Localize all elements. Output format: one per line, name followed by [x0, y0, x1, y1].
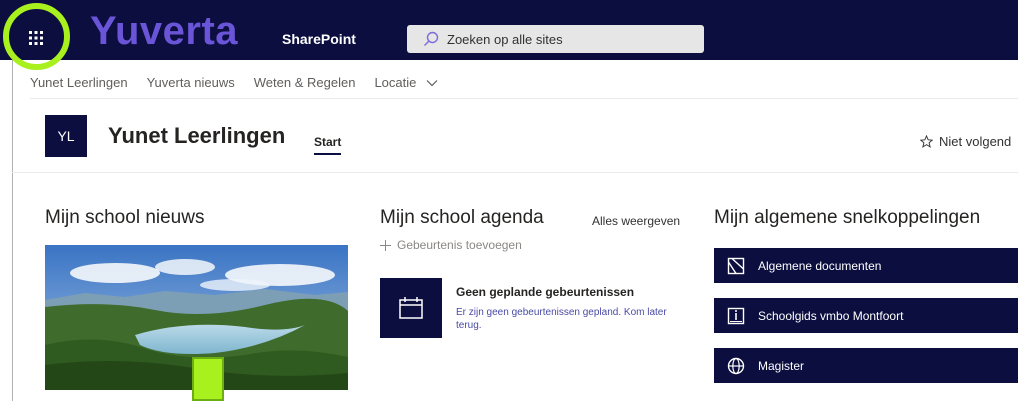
highlight-marker [192, 357, 224, 401]
hub-nav-item-weten-regelen[interactable]: Weten & Regelen [254, 75, 356, 90]
add-event-button[interactable]: Gebeurtenis toevoegen [380, 238, 522, 252]
waffle-icon [29, 31, 43, 45]
no-events-title: Geen geplande gebeurtenissen [456, 285, 635, 299]
add-event-label: Gebeurtenis toevoegen [397, 238, 522, 252]
site-logo-initials: YL [57, 128, 75, 144]
hub-nav-item-locatie[interactable]: Locatie [374, 75, 438, 90]
globe-icon [726, 356, 746, 376]
see-all-link[interactable]: Alles weergeven [592, 214, 680, 228]
search-placeholder: Zoeken op alle sites [447, 31, 563, 47]
app-name[interactable]: SharePoint [282, 31, 356, 47]
search-icon [424, 31, 439, 46]
quicklinks-section-title: Mijn algemene snelkoppelingen [714, 207, 981, 228]
star-icon [920, 135, 933, 148]
follow-button[interactable]: Niet volgend [920, 134, 1011, 149]
agenda-section-title: Mijn school agenda [380, 207, 544, 228]
news-section-title: Mijn school nieuws [45, 207, 205, 228]
chevron-down-icon [426, 80, 438, 87]
hub-navigation: Yunet Leerlingen Yuverta nieuws Weten & … [30, 70, 457, 94]
quicklink-label: Magister [758, 358, 805, 373]
quicklink-schoolgids[interactable]: Schoolgids vmbo Montfoort [714, 298, 1018, 333]
site-logo[interactable]: YL [45, 115, 87, 157]
hub-nav-item-yunet-leerlingen[interactable]: Yunet Leerlingen [30, 75, 128, 90]
quicklink-label: Schoolgids vmbo Montfoort [758, 308, 904, 323]
plus-icon [380, 239, 391, 251]
hub-nav-locatie-label: Locatie [374, 74, 417, 90]
document-icon [726, 256, 746, 276]
site-header-divider [12, 172, 1018, 173]
brand-logo[interactable]: Yuverta [90, 10, 238, 52]
site-title[interactable]: Yunet Leerlingen [108, 123, 285, 149]
quicklink-magister[interactable]: Magister [714, 348, 1018, 383]
hub-nav-divider [30, 98, 1018, 99]
quicklink-label: Algemene documenten [758, 258, 882, 273]
app-launcher-button[interactable] [20, 22, 52, 54]
no-events-message: Er zijn geen gebeurtenissen gepland. Kom… [456, 307, 667, 331]
info-book-icon [726, 306, 746, 326]
tab-start[interactable]: Start [314, 135, 342, 155]
hub-nav-item-yuverta-nieuws[interactable]: Yuverta nieuws [147, 75, 235, 90]
calendar-tile [380, 278, 442, 338]
suite-bar: Yuverta SharePoint Zoeken op alle sites [0, 0, 1018, 60]
calendar-icon [399, 297, 423, 319]
quicklink-algemene-documenten[interactable]: Algemene documenten [714, 248, 1018, 283]
page-left-border [12, 60, 13, 401]
search-box[interactable]: Zoeken op alle sites [407, 25, 704, 53]
follow-label: Niet volgend [939, 134, 1012, 149]
